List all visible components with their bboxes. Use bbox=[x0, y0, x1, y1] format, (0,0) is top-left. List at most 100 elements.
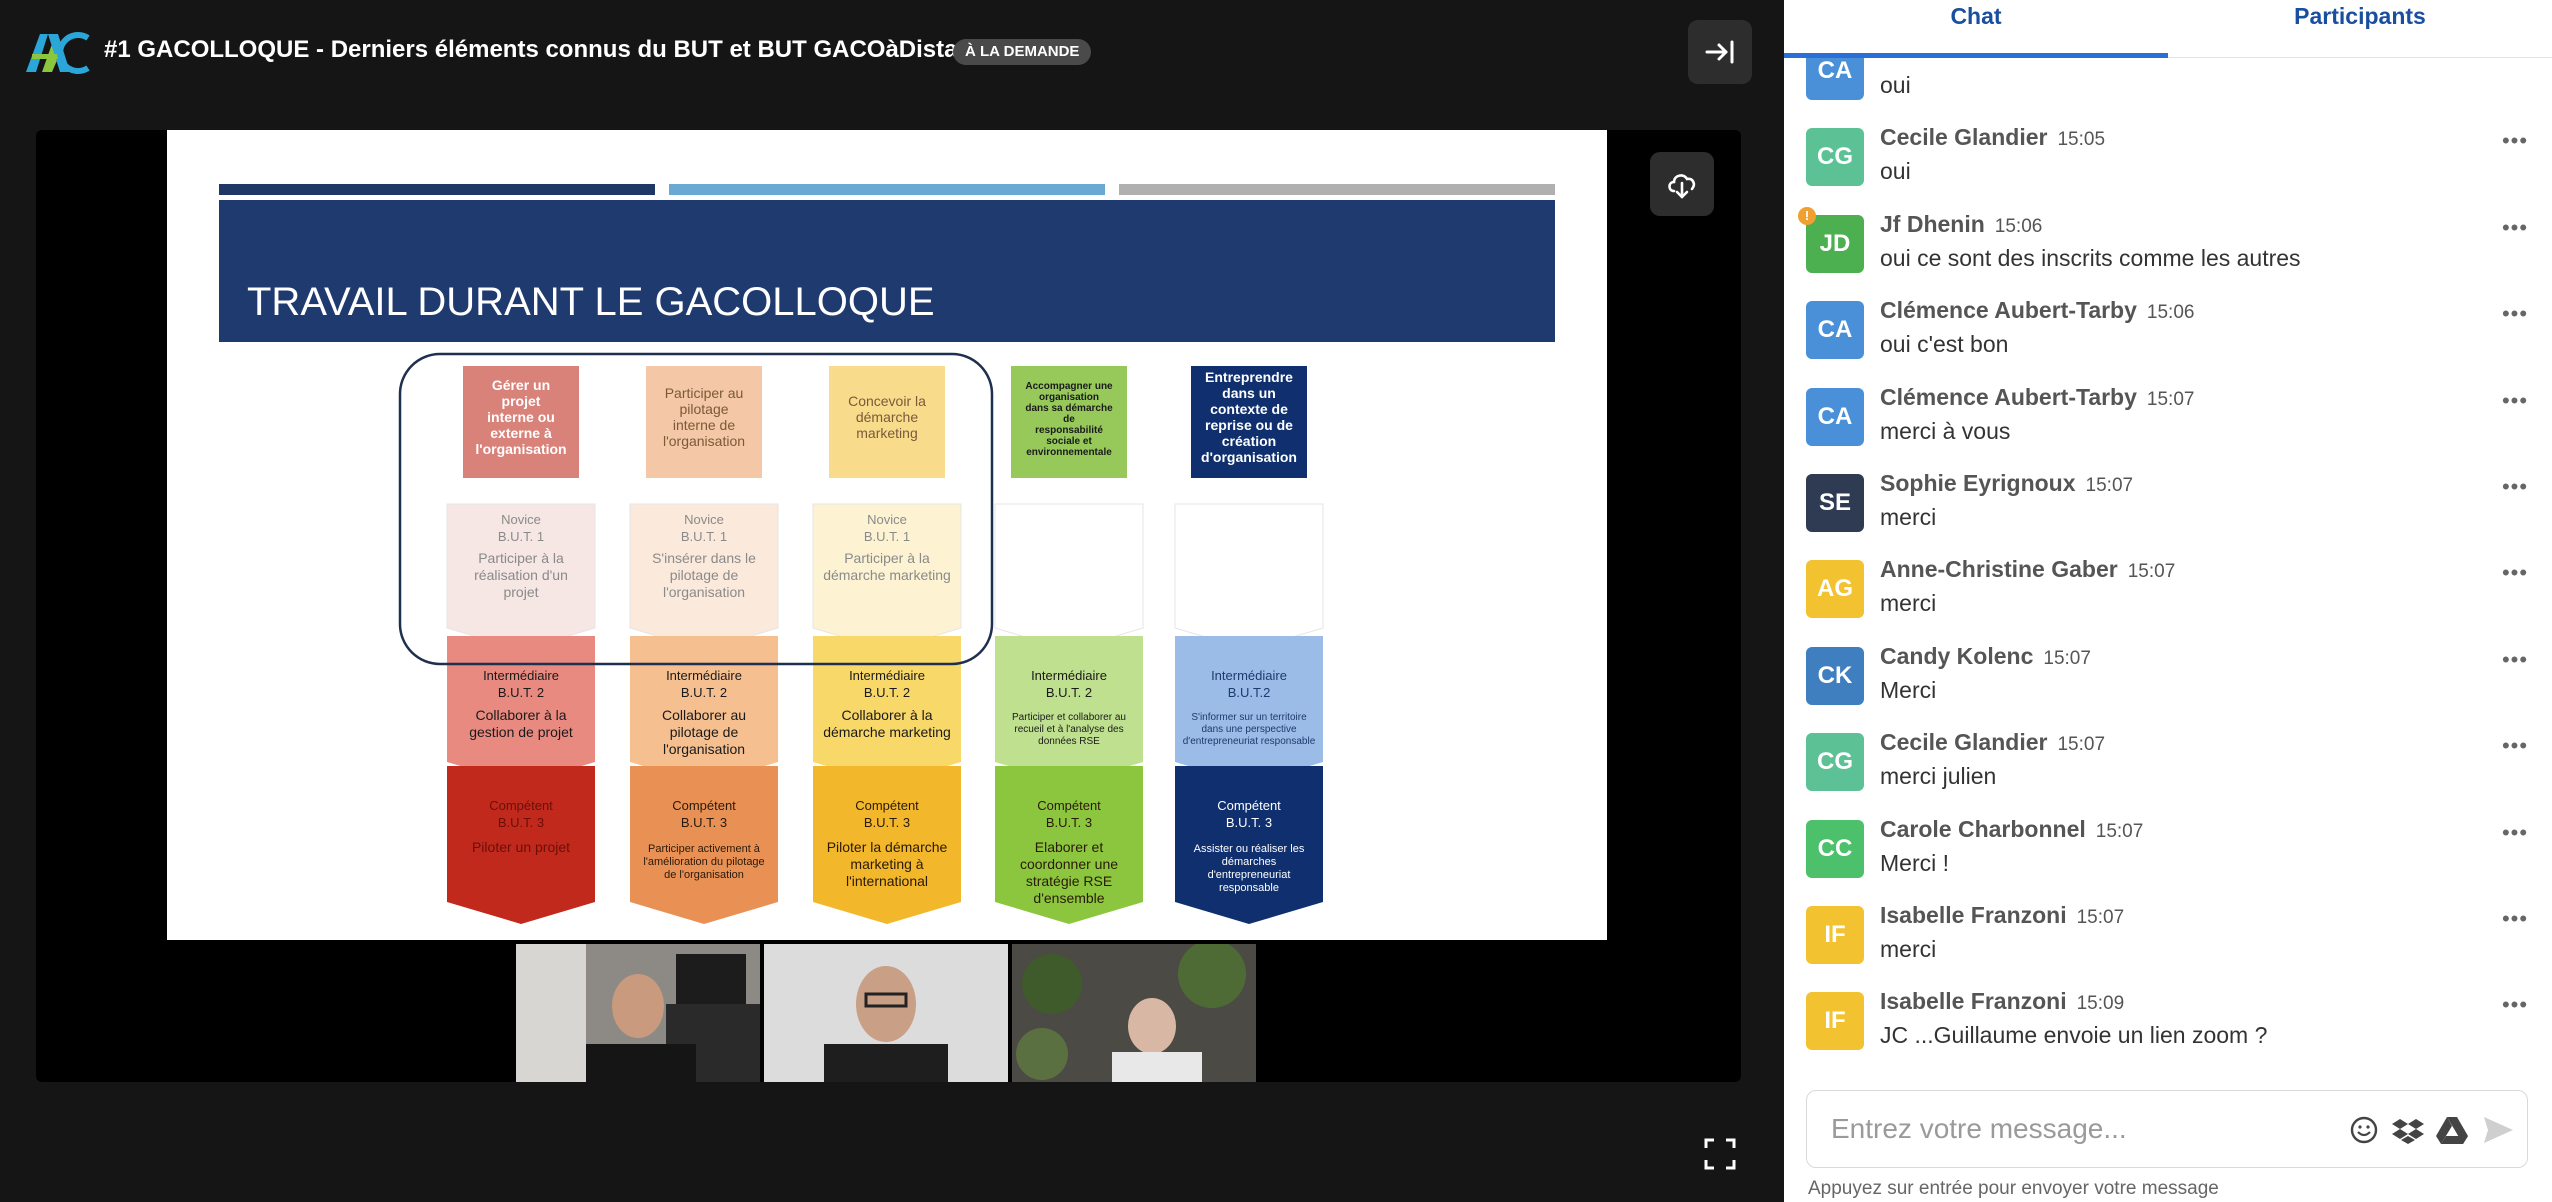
novice-description: S'insérer dans le bbox=[652, 550, 756, 566]
header: #1 GACOLLOQUE - Derniers éléments connus… bbox=[0, 0, 1784, 104]
chat-message: JD! Jf Dhenin 15:06 ••• oui ce sont des insc… bbox=[1784, 203, 2552, 289]
competency-header-text: dans sa démarche bbox=[1025, 403, 1113, 414]
intermediate-description: démarche marketing bbox=[823, 724, 951, 740]
message-text: merci julien bbox=[1880, 763, 1997, 790]
message-more-icon[interactable]: ••• bbox=[2500, 992, 2530, 1017]
google-drive-icon[interactable] bbox=[2435, 1113, 2469, 1147]
send-icon[interactable] bbox=[2481, 1113, 2515, 1147]
competency-header-text: sociale et bbox=[1046, 436, 1092, 447]
intermediate-description: Collaborer au bbox=[662, 707, 746, 723]
message-more-icon[interactable]: ••• bbox=[2500, 560, 2530, 585]
tab-participants[interactable]: Participants bbox=[2168, 0, 2552, 58]
composer-hint: Appuyez sur entrée pour envoyer votre me… bbox=[1808, 1178, 2219, 1199]
message-time: 15:07 bbox=[2057, 734, 2106, 756]
avatar: CG bbox=[1806, 128, 1864, 187]
message-more-icon[interactable]: ••• bbox=[2500, 128, 2530, 153]
chat-message: CC Carole Charbonnel 15:07 ••• Merci ! bbox=[1784, 808, 2552, 894]
message-time: 15:06 bbox=[2146, 302, 2195, 324]
avatar: CG bbox=[1806, 733, 1864, 792]
author-name: Anne-Christine Gaber bbox=[1880, 556, 2118, 583]
author-name: Jf Dhenin bbox=[1880, 210, 1985, 237]
avatar: CA bbox=[1806, 387, 1864, 446]
participant-video-3[interactable] bbox=[1012, 944, 1256, 1082]
message-more-icon[interactable]: ••• bbox=[2500, 474, 2530, 499]
message-more-icon[interactable]: ••• bbox=[2500, 820, 2530, 845]
message-more-icon[interactable]: ••• bbox=[2500, 733, 2530, 758]
chat-message-list[interactable]: CA oui CG Cecile Glandier 15:05 ••• oui JD! Jf D… bbox=[1784, 58, 2552, 1068]
participant-video-1[interactable] bbox=[516, 944, 760, 1082]
message-author: Isabelle Franzoni 15:07 bbox=[1880, 902, 2124, 929]
message-more-icon[interactable]: ••• bbox=[2500, 906, 2530, 931]
message-time: 15:07 bbox=[2095, 820, 2144, 842]
intermediate-level-text: B.U.T. 2 bbox=[498, 685, 544, 700]
tab-chat[interactable]: Chat bbox=[1784, 0, 2168, 58]
message-text: JC ...Guillaume envoie un lien zoom ? bbox=[1880, 1022, 2268, 1049]
avatar: IF bbox=[1806, 906, 1864, 964]
chat-sidebar: Chat Participants CA oui CG Cecile Glandier… bbox=[1784, 0, 2552, 1202]
competency-header-text: marketing bbox=[856, 425, 917, 441]
competency-header-text: Concevoir la bbox=[848, 393, 926, 409]
intermediate-description: recueil et à l'analyse des bbox=[1014, 724, 1123, 735]
novice-level-text: Novice bbox=[501, 512, 541, 527]
competency-header-text: organisation bbox=[1039, 392, 1099, 403]
message-time: 15:07 bbox=[2043, 647, 2091, 669]
competent-level-text: B.U.T. 3 bbox=[681, 815, 727, 830]
message-text: merci à vous bbox=[1880, 417, 2011, 444]
message-author: Clémence Aubert-Tarby 15:07 bbox=[1880, 384, 2194, 411]
chat-message: IF Isabelle Franzoni 15:07 ••• merci bbox=[1784, 894, 2552, 980]
competent-description: Participer activement à bbox=[648, 843, 761, 855]
competency-header-text: contexte de bbox=[1210, 401, 1288, 417]
message-author: Carole Charbonnel 15:07 bbox=[1880, 816, 2143, 843]
competent-level-text: Compétent bbox=[1217, 798, 1281, 813]
chat-message: SE Sophie Eyrignoux 15:07 ••• merci bbox=[1784, 462, 2552, 548]
message-more-icon[interactable]: ••• bbox=[2500, 215, 2530, 240]
message-more-icon[interactable]: ••• bbox=[2500, 388, 2530, 413]
download-button[interactable] bbox=[1650, 152, 1714, 216]
author-name: Isabelle Franzoni bbox=[1880, 902, 2067, 928]
avatar: IF bbox=[1806, 992, 1864, 1051]
slide-bar-dark bbox=[219, 184, 655, 195]
message-author: Cecile Glandier 15:05 bbox=[1880, 124, 2105, 151]
intermediate-level-text: Intermédiaire bbox=[849, 668, 925, 683]
slide-canvas: TRAVAIL DURANT LE GACOLLOQUE Gérer unpro… bbox=[219, 184, 1555, 924]
message-time: 15:07 bbox=[2085, 475, 2134, 496]
participant-thumbnails bbox=[516, 944, 1256, 1082]
competent-description: Piloter un projet bbox=[472, 839, 570, 855]
message-time: 15:07 bbox=[2127, 561, 2176, 583]
chat-message: CA Clémence Aubert-Tarby 15:07 ••• merci à v… bbox=[1784, 376, 2552, 462]
competent-level-text: B.U.T. 3 bbox=[864, 815, 910, 830]
avatar: CA bbox=[1806, 58, 1864, 100]
competency-header-text: Gérer un bbox=[492, 377, 550, 393]
presentation-slide: TRAVAIL DURANT LE GACOLLOQUE Gérer un pro… bbox=[167, 130, 1607, 940]
competent-level-text: B.U.T. 3 bbox=[498, 815, 544, 830]
author-name: Cecile Glandier bbox=[1880, 124, 2048, 151]
author-name: Sophie Eyrignoux bbox=[1880, 470, 2076, 496]
message-input[interactable] bbox=[1831, 1107, 2331, 1151]
slide-bar-light bbox=[669, 184, 1105, 195]
message-more-icon[interactable]: ••• bbox=[2500, 301, 2530, 326]
competent-description: l'amélioration du pilotage bbox=[643, 856, 764, 868]
intermediate-description: pilotage de bbox=[670, 724, 739, 740]
intermediate-level-text: Intermédiaire bbox=[666, 668, 742, 683]
chat-message: CA Clémence Aubert-Tarby 15:06 ••• oui c'est… bbox=[1784, 289, 2552, 375]
message-more-icon[interactable]: ••• bbox=[2500, 647, 2530, 672]
gaco-logo-icon bbox=[26, 32, 90, 74]
intermediate-level-text: B.U.T. 2 bbox=[1046, 685, 1092, 700]
participant-video-2[interactable] bbox=[764, 944, 1008, 1082]
competent-description: démarches bbox=[1222, 856, 1277, 868]
novice-description: démarche marketing bbox=[823, 567, 951, 583]
collapse-sidebar-button[interactable] bbox=[1688, 20, 1752, 84]
competent-description: Elaborer et bbox=[1035, 839, 1104, 855]
message-text: merci bbox=[1880, 590, 1937, 617]
competent-description: de l'organisation bbox=[664, 869, 744, 881]
intermediate-chevron bbox=[995, 636, 1143, 784]
message-time: 15:07 bbox=[2076, 907, 2125, 928]
dropbox-icon[interactable] bbox=[2391, 1113, 2425, 1147]
novice-description: l'organisation bbox=[663, 584, 745, 600]
video-area: TRAVAIL DURANT LE GACOLLOQUE Gérer un pro… bbox=[36, 130, 1741, 1082]
competent-level-text: B.U.T. 3 bbox=[1046, 815, 1092, 830]
intermediate-level-text: Intermédiaire bbox=[483, 668, 559, 683]
fullscreen-button[interactable] bbox=[1700, 1134, 1740, 1174]
emoji-icon[interactable] bbox=[2347, 1113, 2381, 1147]
message-author: Clémence Aubert-Tarby 15:06 bbox=[1880, 297, 2194, 324]
